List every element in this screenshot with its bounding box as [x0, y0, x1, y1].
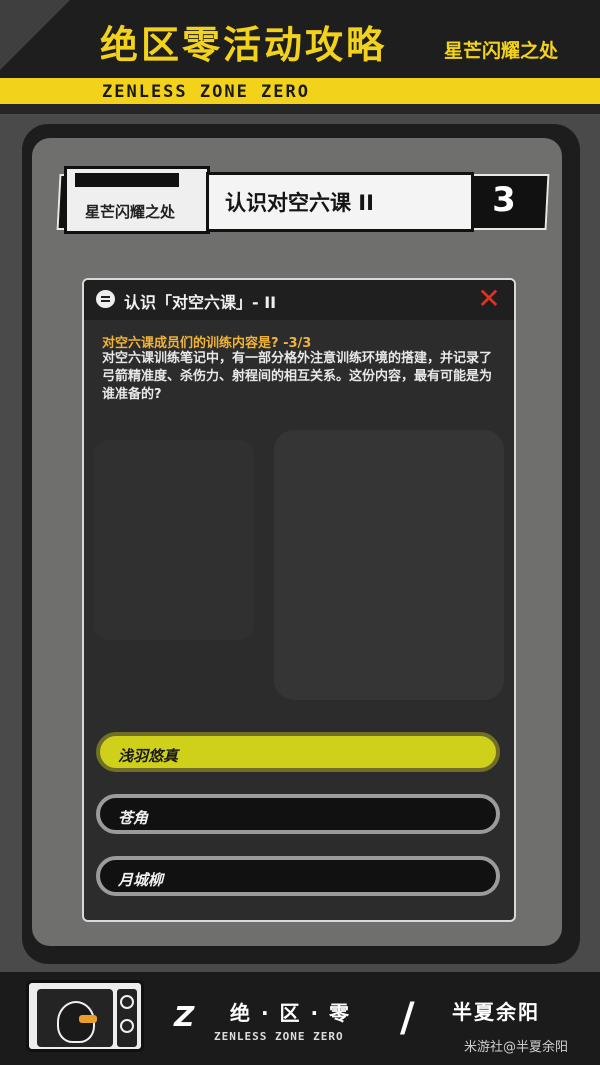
banner-lesson-text: 认识对空六课 II	[225, 191, 374, 215]
banner-number: 3	[492, 180, 516, 220]
page-title: 绝区零活动攻略	[100, 23, 388, 67]
question-title: 对空六课成员们的训练内容是? -3/3	[102, 336, 312, 351]
header-stripe-text: ZENLESS ZONE ZERO	[102, 82, 310, 102]
footer-divider: /	[400, 995, 415, 1041]
banner-tag-text: 星芒闪耀之处	[85, 203, 176, 221]
mascot-icon	[37, 989, 113, 1047]
header-bottom-band	[0, 104, 600, 114]
close-icon[interactable]: ✕	[476, 285, 502, 313]
slash-circle-icon	[120, 1019, 134, 1033]
lesson-banner: 星芒闪耀之处 认识对空六课 II 3	[56, 166, 550, 234]
answer-option-2[interactable]: 苍角	[96, 794, 500, 834]
avatar-side-panel	[117, 989, 137, 1047]
header-corner	[0, 0, 70, 70]
dialog-title: 认识「对空六课」- II	[124, 293, 277, 312]
quiz-dialog: 认识「对空六课」- II ✕ 对空六课成员们的训练内容是? -3/3 对空六课训…	[82, 278, 516, 922]
circle-icon	[120, 995, 134, 1009]
answer-option-3[interactable]: 月城柳	[96, 856, 500, 896]
footer-brand: 绝 · 区 · 零	[230, 1001, 352, 1025]
background-decoration	[274, 430, 504, 700]
banner-tag: 星芒闪耀之处	[64, 166, 210, 234]
banner-tag-bar	[75, 173, 179, 187]
mascot-avatar	[26, 980, 144, 1052]
footer-author: 半夏余阳	[452, 1000, 540, 1024]
answer-option-label: 浅羽悠真	[118, 747, 179, 765]
dialog-header: 认识「对空六课」- II ✕	[84, 280, 514, 320]
footer-brand-script: ZENLESS ZONE ZERO	[214, 1030, 344, 1043]
answer-option-label: 月城柳	[118, 871, 164, 889]
answer-option-label: 苍角	[118, 809, 149, 827]
banner-lesson: 认识对空六课 II	[206, 172, 474, 232]
page-subtitle: 星芒闪耀之处	[444, 40, 559, 62]
background-decoration	[94, 440, 254, 640]
question-body: 对空六课训练笔记中，有一部分格外注意训练环境的搭建，并记录了弓箭精准度、杀伤力、…	[102, 351, 493, 402]
watermark: 米游社@半夏余阳	[464, 1040, 569, 1055]
zzz-logo-icon: Z	[174, 1000, 195, 1033]
chat-icon	[96, 290, 115, 308]
answer-option-1[interactable]: 浅羽悠真	[96, 732, 500, 772]
